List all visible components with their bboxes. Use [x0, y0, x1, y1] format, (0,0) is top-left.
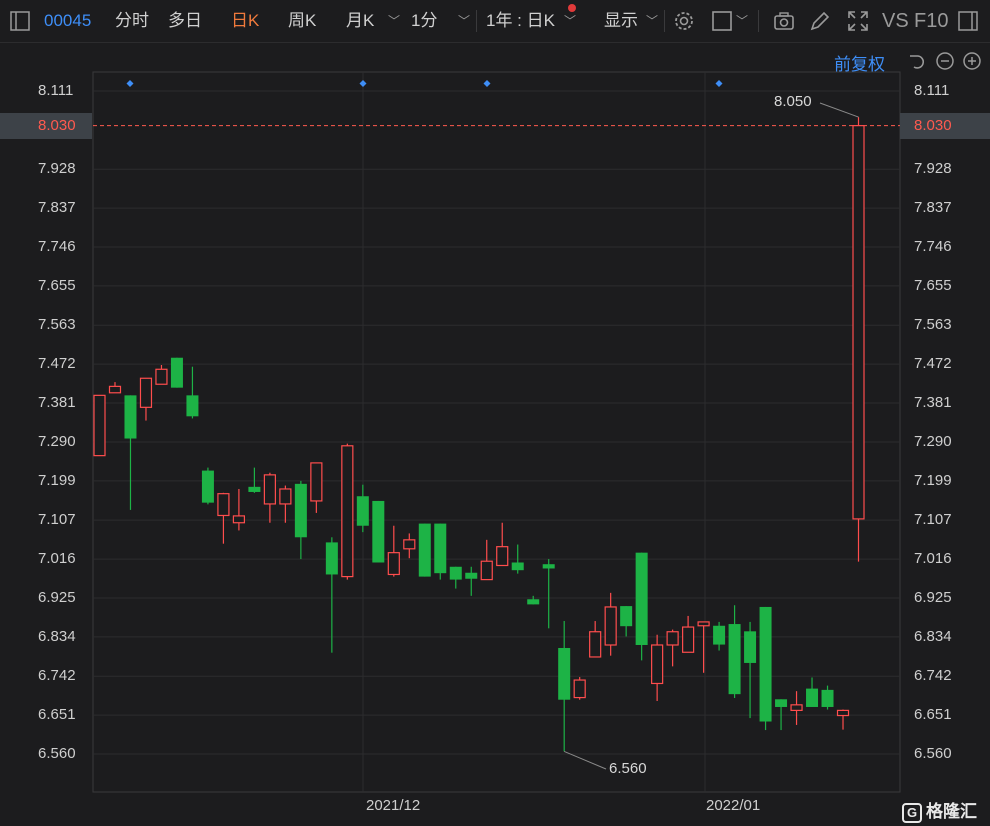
candle-body — [759, 606, 772, 722]
y-tick-label: 7.381 — [914, 394, 952, 412]
y-tick-label: 7.928 — [914, 160, 952, 178]
x-tick-label: 2021/12 — [366, 797, 421, 814]
y-tick-label: 7.746 — [38, 238, 76, 256]
candle-body — [356, 496, 369, 526]
y-tick-label: 7.563 — [38, 316, 76, 334]
candle-body — [713, 625, 726, 645]
candle-body — [449, 566, 462, 580]
y-tick-label: 7.837 — [914, 199, 952, 217]
candle-body — [635, 552, 648, 645]
candle-body — [511, 562, 524, 571]
y-tick-label: 7.746 — [914, 238, 952, 256]
candle-body — [279, 488, 292, 505]
candle-body — [496, 546, 509, 567]
y-tick-label: 7.837 — [38, 199, 76, 217]
candle-body — [790, 704, 803, 711]
y-tick-label: 7.381 — [38, 394, 76, 412]
y-tick-label: 6.742 — [914, 667, 952, 685]
candle-body — [201, 470, 214, 503]
candle-body — [108, 385, 122, 394]
y-tick-label: 6.560 — [914, 745, 952, 762]
candle-body — [294, 483, 307, 538]
candle-body — [139, 377, 153, 408]
x-tick-label: 2022/01 — [706, 797, 761, 814]
candle-body — [527, 599, 540, 605]
candle-body — [480, 560, 493, 581]
candlestick-chart[interactable] — [0, 0, 990, 826]
candle-body — [465, 572, 478, 579]
candle-body — [341, 445, 354, 578]
candle-body — [387, 552, 400, 576]
y-tick-label: 6.742 — [38, 667, 76, 685]
candle-body — [170, 357, 183, 388]
candle-body — [434, 523, 447, 574]
candle-body — [558, 647, 571, 700]
y-tick-label: 7.290 — [38, 432, 76, 450]
candle-body — [542, 564, 555, 569]
candle-body — [836, 709, 850, 717]
y-tick-label: 7.655 — [38, 276, 76, 294]
candle-body — [682, 626, 695, 653]
candle-body — [604, 606, 617, 646]
candle-body — [728, 624, 741, 695]
plot-frame — [92, 71, 901, 793]
candle-body — [248, 486, 261, 492]
candle-body — [325, 542, 338, 575]
candle-body — [697, 621, 710, 627]
watermark-logo: G 格隆汇 — [902, 797, 977, 823]
y-tick-label: 7.655 — [914, 276, 952, 294]
candle-body — [744, 631, 757, 663]
y-tick-label: 7.107 — [914, 511, 952, 529]
candle-body — [589, 631, 602, 658]
current-price-label-right: 8.030 — [900, 113, 990, 139]
candle-body — [217, 493, 230, 517]
candle-body — [310, 462, 323, 502]
y-tick-label: 6.651 — [38, 706, 76, 724]
candle-body — [372, 500, 385, 563]
y-tick-label: 7.563 — [914, 316, 952, 334]
candle-body — [620, 606, 633, 627]
y-tick-label: 7.472 — [914, 355, 952, 373]
candle-body — [418, 523, 431, 577]
candle-body — [775, 699, 788, 707]
y-tick-label: 7.472 — [38, 355, 76, 373]
y-tick-label: 6.651 — [914, 706, 952, 724]
y-tick-label: 8.111 — [38, 82, 74, 99]
y-tick-label: 8.111 — [914, 82, 950, 99]
candle-body — [93, 394, 106, 457]
y-tick-label: 6.560 — [38, 745, 76, 762]
y-tick-label: 7.016 — [914, 550, 952, 568]
candle-body — [186, 395, 199, 417]
low-price-annotation: 6.560 — [609, 760, 647, 777]
y-tick-label: 7.199 — [914, 471, 952, 489]
y-tick-label: 7.107 — [38, 511, 76, 529]
candle-body — [124, 395, 137, 439]
candle-body — [155, 368, 168, 385]
y-tick-label: 7.290 — [914, 432, 952, 450]
y-tick-label: 7.928 — [38, 160, 76, 178]
current-price-label-left: 8.030 — [0, 113, 92, 139]
candle-body — [651, 644, 664, 685]
candle-body — [806, 688, 819, 707]
high-price-annotation: 8.050 — [774, 93, 812, 110]
y-tick-label: 7.199 — [38, 471, 76, 489]
candle-body — [821, 689, 834, 707]
y-tick-label: 6.925 — [914, 588, 952, 606]
candle-body — [403, 539, 416, 550]
y-tick-label: 6.834 — [38, 627, 76, 645]
candle-body — [263, 474, 276, 505]
candle-body — [232, 515, 246, 524]
y-tick-label: 6.925 — [38, 588, 76, 606]
y-tick-label: 6.834 — [914, 627, 952, 645]
candle-body — [573, 679, 586, 699]
y-tick-label: 7.016 — [38, 550, 76, 568]
candle-body — [852, 125, 865, 520]
candle-body — [666, 631, 679, 646]
